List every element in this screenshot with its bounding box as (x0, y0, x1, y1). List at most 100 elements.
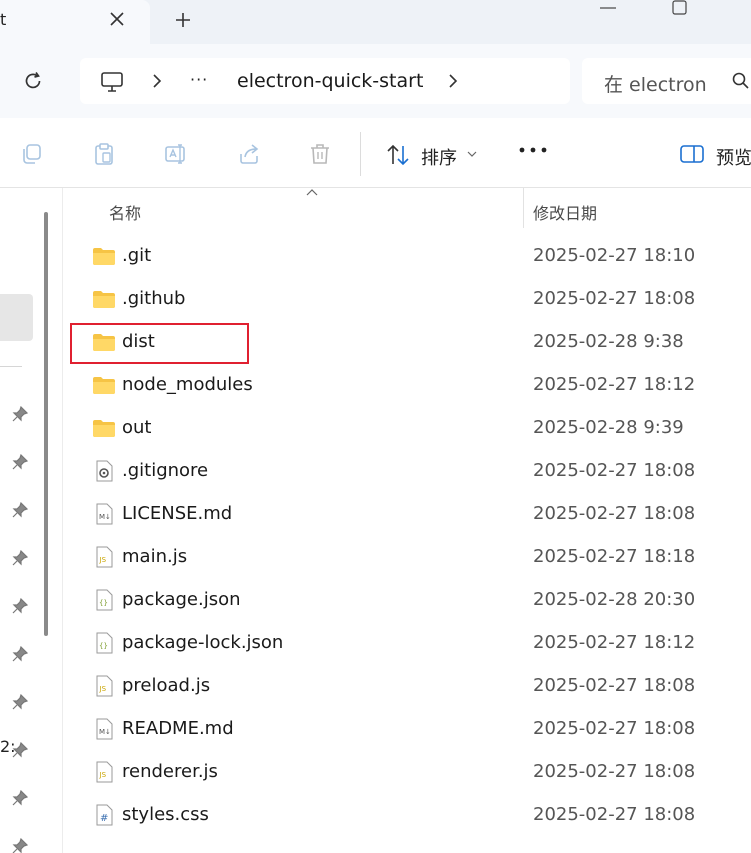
column-header-name[interactable]: 名称 (109, 200, 141, 224)
css-file-icon: # (96, 804, 113, 826)
column-header-date[interactable]: 修改日期 (533, 200, 597, 224)
chevron-right-icon[interactable] (152, 74, 162, 88)
search-icon[interactable] (732, 72, 750, 90)
pin-icon[interactable] (12, 454, 28, 470)
active-tab[interactable]: t (0, 0, 150, 44)
maximize-icon[interactable] (672, 0, 688, 16)
folder-icon (93, 377, 115, 394)
file-name[interactable]: styles.css (122, 804, 209, 825)
file-name[interactable]: .gitignore (122, 460, 208, 481)
svg-text:JS: JS (99, 771, 107, 779)
pin-icon[interactable] (12, 598, 28, 614)
file-list: 名称 修改日期 .git 2025-02-27 18:10 .github 2025-… (64, 188, 751, 853)
nav-item-selected[interactable] (0, 294, 33, 341)
file-row[interactable]: M↓ README.md 2025-02-27 18:08 (64, 708, 751, 751)
address-row: ··· electron-quick-start 在 electron (0, 44, 751, 118)
minimize-icon[interactable] (600, 6, 616, 10)
rename-icon[interactable] (164, 142, 188, 166)
share-icon[interactable] (237, 142, 261, 166)
file-name[interactable]: LICENSE.md (122, 503, 232, 524)
preview-button[interactable]: 预览 (716, 144, 751, 170)
address-bar[interactable]: ··· electron-quick-start (80, 58, 570, 104)
js-file-icon: JS (96, 675, 113, 697)
pin-icon[interactable] (12, 790, 28, 806)
file-name[interactable]: dist (122, 331, 155, 352)
nav-item-label: 2: (0, 737, 16, 756)
file-name[interactable]: out (122, 417, 151, 438)
more-icon[interactable] (519, 145, 547, 155)
file-row[interactable]: JS preload.js 2025-02-27 18:08 (64, 665, 751, 708)
tab-title: t (0, 10, 7, 29)
file-row[interactable]: JS renderer.js 2025-02-27 18:08 (64, 751, 751, 794)
file-date: 2025-02-27 18:08 (533, 804, 696, 825)
file-date: 2025-02-27 18:08 (533, 288, 696, 309)
json-file-icon: {} (96, 632, 113, 654)
file-date: 2025-02-27 18:08 (533, 503, 696, 524)
trash-icon[interactable] (308, 142, 332, 166)
file-date: 2025-02-27 18:12 (533, 632, 696, 653)
command-bar: 排序 预览 (0, 118, 751, 188)
paste-icon[interactable] (92, 142, 116, 166)
file-row[interactable]: JS main.js 2025-02-27 18:18 (64, 536, 751, 579)
pane-divider[interactable] (62, 188, 63, 853)
markdown-file-icon: M↓ (96, 503, 113, 525)
file-date: 2025-02-27 18:08 (533, 761, 696, 782)
refresh-icon[interactable] (22, 70, 44, 92)
pin-icon[interactable] (12, 694, 28, 710)
copy-icon[interactable] (20, 142, 44, 166)
file-name[interactable]: package.json (122, 589, 241, 610)
file-row[interactable]: .github 2025-02-27 18:08 (64, 278, 751, 321)
pin-icon[interactable] (12, 502, 28, 518)
file-row[interactable]: dist 2025-02-28 9:38 (64, 321, 751, 364)
path-overflow-button[interactable]: ··· (190, 70, 208, 89)
file-name[interactable]: README.md (122, 718, 234, 739)
file-date: 2025-02-28 9:38 (533, 331, 684, 352)
file-name[interactable]: node_modules (122, 374, 253, 395)
sort-button[interactable]: 排序 (421, 144, 457, 170)
nav-scrollbar[interactable] (44, 212, 48, 636)
file-name[interactable]: renderer.js (122, 761, 218, 782)
pin-icon[interactable] (12, 406, 28, 422)
file-row[interactable]: .gitignore 2025-02-27 18:08 (64, 450, 751, 493)
folder-icon (93, 248, 115, 265)
sort-icon[interactable] (386, 144, 410, 166)
file-row[interactable]: {} package.json 2025-02-28 20:30 (64, 579, 751, 622)
file-date: 2025-02-27 18:08 (533, 460, 696, 481)
search-input[interactable]: 在 electron (604, 70, 707, 97)
folder-icon (93, 420, 115, 437)
file-name[interactable]: main.js (122, 546, 187, 567)
chevron-right-icon[interactable] (448, 74, 458, 88)
file-date: 2025-02-28 20:30 (533, 589, 696, 610)
file-date: 2025-02-27 18:08 (533, 675, 696, 696)
file-name[interactable]: preload.js (122, 675, 210, 696)
file-row[interactable]: node_modules 2025-02-27 18:12 (64, 364, 751, 407)
file-row[interactable]: {} package-lock.json 2025-02-27 18:12 (64, 622, 751, 665)
pin-icon[interactable] (12, 838, 28, 853)
column-divider[interactable] (523, 188, 524, 228)
file-date: 2025-02-27 18:12 (533, 374, 696, 395)
file-date: 2025-02-27 18:18 (533, 546, 696, 567)
svg-text:{}: {} (99, 599, 108, 607)
toolbar-divider (360, 132, 361, 176)
file-row[interactable]: M↓ LICENSE.md 2025-02-27 18:08 (64, 493, 751, 536)
pin-icon[interactable] (12, 550, 28, 566)
search-box[interactable]: 在 electron (582, 58, 751, 104)
file-name[interactable]: package-lock.json (122, 632, 283, 653)
navigation-pane: 2: (0, 188, 64, 853)
close-icon[interactable] (108, 10, 126, 28)
preview-pane-icon[interactable] (680, 145, 704, 163)
file-name[interactable]: .git (122, 245, 151, 266)
file-date: 2025-02-27 18:10 (533, 245, 696, 266)
svg-text:M↓: M↓ (99, 513, 111, 521)
file-row[interactable]: .git 2025-02-27 18:10 (64, 235, 751, 278)
breadcrumb[interactable]: electron-quick-start (237, 70, 423, 92)
js-file-icon: JS (96, 761, 113, 783)
file-name[interactable]: .github (122, 288, 185, 309)
file-row[interactable]: # styles.css 2025-02-27 18:08 (64, 794, 751, 837)
pin-icon[interactable] (12, 646, 28, 662)
plus-icon[interactable] (174, 11, 192, 29)
svg-text:#: # (100, 813, 108, 824)
svg-text:JS: JS (99, 556, 107, 564)
file-row[interactable]: out 2025-02-28 9:39 (64, 407, 751, 450)
chevron-down-icon[interactable] (467, 151, 477, 158)
